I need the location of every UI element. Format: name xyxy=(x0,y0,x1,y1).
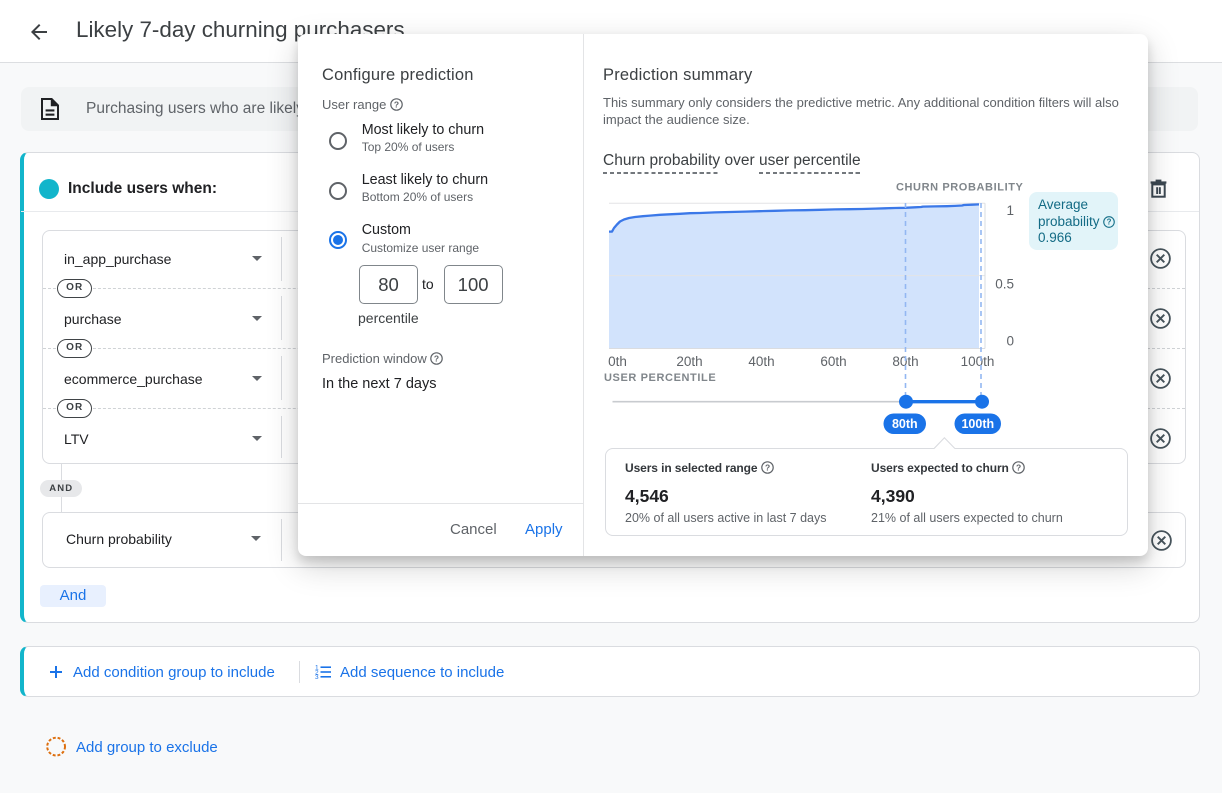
svg-text:?: ? xyxy=(394,99,399,109)
svg-text:3: 3 xyxy=(315,674,319,679)
svg-text:CHURN PROBABILITY: CHURN PROBABILITY xyxy=(896,182,1024,194)
svg-text:20th: 20th xyxy=(676,354,702,369)
svg-text:100th: 100th xyxy=(961,417,994,431)
svg-text:100th: 100th xyxy=(961,354,995,369)
svg-text:0th: 0th xyxy=(608,354,627,369)
svg-text:80th: 80th xyxy=(892,417,918,431)
svg-text:?: ? xyxy=(1107,217,1112,226)
svg-text:0: 0 xyxy=(1006,334,1014,349)
svg-text:60th: 60th xyxy=(820,354,846,369)
svg-text:40th: 40th xyxy=(748,354,774,369)
svg-text:?: ? xyxy=(434,353,439,363)
svg-text:?: ? xyxy=(1016,462,1021,472)
svg-text:1: 1 xyxy=(1006,203,1014,218)
svg-text:?: ? xyxy=(765,462,770,472)
svg-text:USER PERCENTILE: USER PERCENTILE xyxy=(604,372,716,384)
svg-text:0.5: 0.5 xyxy=(995,277,1014,292)
